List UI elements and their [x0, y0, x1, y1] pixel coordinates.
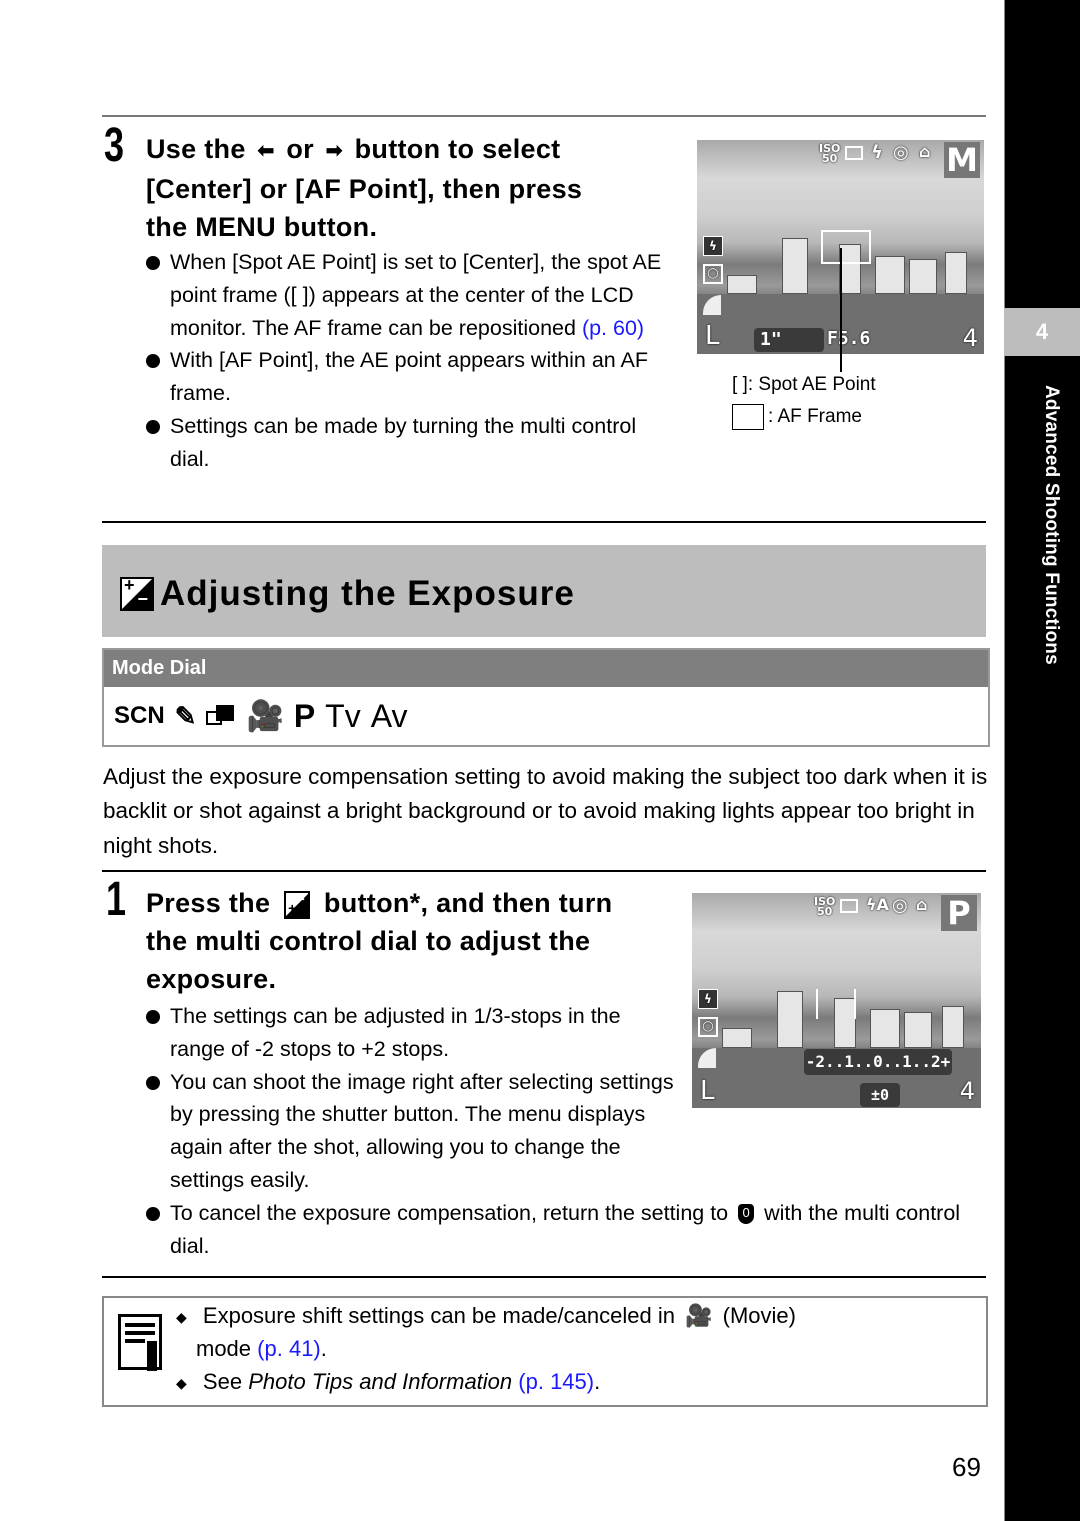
right-arrow-icon: ➡: [325, 139, 343, 162]
mode-dial-label: Mode Dial: [104, 650, 988, 687]
step-3-title: Use the ⬅ or ➡ button to select [Center]…: [146, 130, 686, 246]
metering-icon: ◯: [698, 1017, 718, 1037]
frame-icon: [840, 899, 858, 913]
lcd-legend: [ ]: Spot AE Point : AF Frame: [732, 369, 876, 433]
page-link-145[interactable]: (p. 145): [518, 1369, 594, 1394]
section-title: + − Adjusting the Exposure: [120, 574, 575, 614]
ev-panel: ±0: [860, 1083, 900, 1107]
chapter-number: 4: [1004, 308, 1080, 356]
frame-icon: [845, 146, 863, 160]
step-3-title-line3: the MENU button.: [146, 211, 378, 242]
legend-spot-ae: [ ]: Spot AE Point: [732, 374, 876, 395]
af-frame: [821, 230, 871, 264]
step-1-title-part1: Press the: [146, 888, 271, 918]
chapter-title: Advanced Shooting Functions: [1041, 385, 1062, 665]
size-indicator: L: [705, 321, 720, 351]
lcd-screen-program: ISO 50 ϟA ◎ ⌂ P ϟ ◯ -2..1..0..1..2+ L ±0 …: [692, 893, 981, 1108]
red-eye-icon: ◎: [893, 142, 909, 163]
flash-exposure-icon: ϟ: [703, 236, 723, 256]
left-arrow-icon: ⬅: [257, 139, 275, 162]
mode-p: P: [293, 697, 316, 734]
page-link-60[interactable]: (p. 60): [582, 316, 644, 340]
list-item: Settings can be made by turning the mult…: [144, 410, 674, 476]
mode-badge: P: [941, 895, 977, 931]
iso-icon: ISO 50: [819, 142, 841, 165]
shots-remaining: 4: [962, 324, 978, 352]
list-item: With [AF Point], the AE point appears wi…: [144, 344, 674, 410]
diamond-bullet-icon: ◆: [176, 1374, 187, 1391]
step-3-title-or: or: [286, 134, 314, 164]
metering-icon: ◯: [703, 264, 723, 284]
top-divider: [102, 115, 986, 117]
step-3-title-part1: Use the: [146, 134, 246, 164]
page-link-41[interactable]: (p. 41): [257, 1336, 321, 1361]
red-eye-icon: ◎: [892, 895, 908, 916]
shutter-panel: 1": [754, 328, 824, 352]
note-item: ◆ See Photo Tips and Information (p. 145…: [176, 1366, 796, 1399]
zero-marker-icon: 0: [738, 1204, 755, 1225]
mode-badge: M: [944, 142, 980, 178]
section-divider: [102, 521, 986, 523]
memo-icon: [118, 1314, 162, 1371]
step-3-number: 3: [104, 119, 125, 172]
exposure-scale-text: -2..1..0..1..2+: [805, 1052, 951, 1071]
list-item: When [Spot AE Point] is set to [Center],…: [144, 246, 674, 344]
af-frame-swatch-icon: [732, 403, 764, 430]
camera-icon: ⌂: [919, 142, 931, 161]
mode-dial-modes: SCN ✎ 🎥 P Tv Av: [104, 687, 988, 745]
aperture-value: F5.6: [827, 328, 871, 349]
step-3-title-line2: [Center] or [AF Point], then press: [146, 173, 583, 204]
step-3-title-part2: button to select: [354, 134, 561, 164]
list-item: The settings can be adjusted in 1/3-stop…: [144, 1000, 664, 1066]
intro-paragraph: Adjust the exposure compensation setting…: [103, 764, 988, 858]
movie-icon: 🎥: [246, 699, 284, 733]
step-1-title: Press the + − button*, and then turn the …: [146, 884, 676, 998]
note-box: ◆ Exposure shift settings can be made/ca…: [102, 1296, 988, 1407]
af-bracket: [816, 989, 856, 1019]
note-divider: [102, 1276, 986, 1278]
step-1-title-line3: exposure.: [146, 964, 277, 994]
step-1-divider: [102, 870, 986, 872]
stitch-assist-icon: ✎: [174, 700, 197, 731]
legend-af-frame: : AF Frame: [732, 401, 876, 433]
flash-exposure-icon: ϟ: [698, 989, 718, 1009]
camera-icon: ⌂: [916, 895, 928, 914]
callout-line: [840, 248, 842, 372]
size-indicator: L: [700, 1076, 715, 1106]
continuous-shooting-icon: [206, 705, 236, 727]
iso-icon: ISO 50: [814, 895, 836, 918]
step-1-number: 1: [106, 873, 127, 926]
diamond-bullet-icon: ◆: [176, 1308, 187, 1325]
auto-flash-icon: ϟA: [866, 895, 889, 914]
step-1-title-part2: button*, and then turn: [323, 888, 613, 918]
exposure-button-icon: + −: [284, 890, 311, 919]
mode-av: Av: [370, 697, 408, 734]
chapter-tab-strip: [1004, 0, 1080, 1521]
list-item: To cancel the exposure compensation, ret…: [144, 1197, 974, 1263]
note-list: ◆ Exposure shift settings can be made/ca…: [176, 1300, 796, 1399]
step-1-title-line2: the multi control dial to adjust the: [146, 926, 591, 956]
exposure-compensation-icon: + −: [120, 575, 154, 611]
step-3-bullets: When [Spot AE Point] is set to [Center],…: [144, 246, 674, 476]
shutter-value: 1": [760, 329, 782, 350]
note-item: ◆ Exposure shift settings can be made/ca…: [176, 1300, 796, 1333]
mode-dial-box: Mode Dial SCN ✎ 🎥 P Tv Av: [102, 648, 990, 747]
flash-icon: ϟ: [871, 142, 883, 163]
movie-icon: 🎥: [685, 1303, 713, 1328]
page-number: 69: [952, 1452, 981, 1482]
ev-value: ±0: [870, 1086, 890, 1104]
exposure-scale: -2..1..0..1..2+: [804, 1049, 952, 1075]
mode-scn: SCN: [114, 702, 165, 729]
shots-remaining: 4: [959, 1077, 975, 1105]
note-item-continued: mode (p. 41).: [196, 1336, 327, 1362]
mode-tv: Tv: [325, 697, 361, 734]
